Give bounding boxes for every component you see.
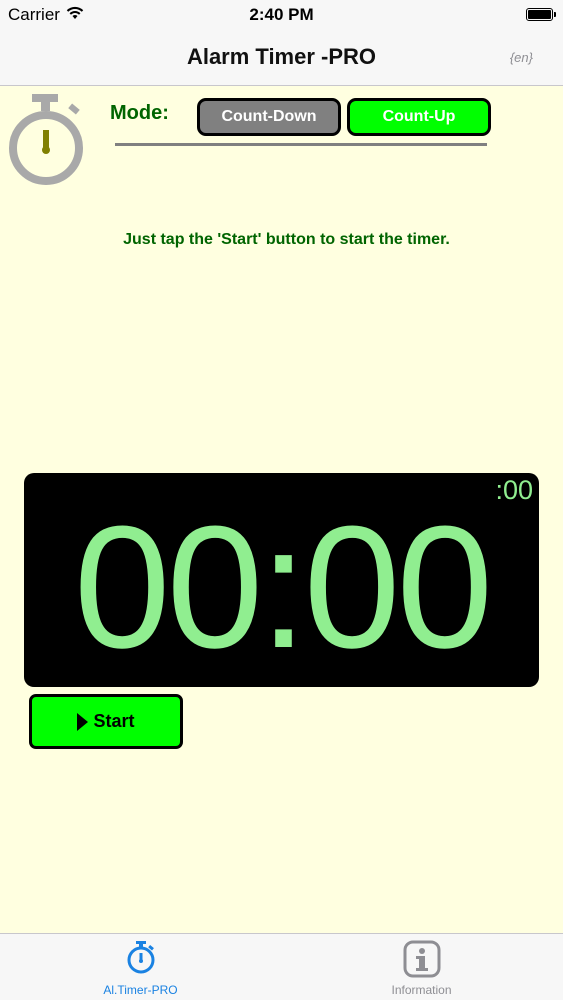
info-icon (403, 940, 441, 978)
timer-display: :00 00:00 (24, 473, 539, 687)
language-button[interactable]: {en} (510, 50, 533, 65)
navigation-bar: Alarm Timer -PRO {en} (0, 30, 563, 86)
stopwatch-icon (127, 941, 155, 974)
stopwatch-logo-icon (9, 94, 83, 185)
start-button-label: Start (93, 711, 135, 731)
mode-label: Mode: (110, 102, 169, 124)
instruction-text: Just tap the 'Start' button to start the… (123, 231, 450, 248)
tab-timer-label: Al.Timer-PRO (103, 983, 178, 997)
tab-information-label: Information (391, 983, 452, 997)
start-button[interactable]: Start (29, 694, 183, 749)
status-time: 2:40 PM (249, 5, 314, 24)
play-icon (77, 712, 89, 731)
page-title: Alarm Timer -PRO (186, 44, 377, 69)
tab-bar: Al.Timer-PRO Information (0, 933, 563, 1000)
count-down-button[interactable]: Count-Down (197, 98, 341, 136)
battery-icon (526, 8, 556, 21)
mode-divider (115, 143, 487, 146)
count-up-button[interactable]: Count-Up (347, 98, 491, 136)
timer-digits: 00:00 (73, 489, 493, 684)
tab-timer[interactable]: Al.Timer-PRO (0, 934, 281, 1000)
tab-information[interactable]: Information (281, 934, 562, 1000)
status-bar: Carrier 2:40 PM (0, 0, 563, 30)
